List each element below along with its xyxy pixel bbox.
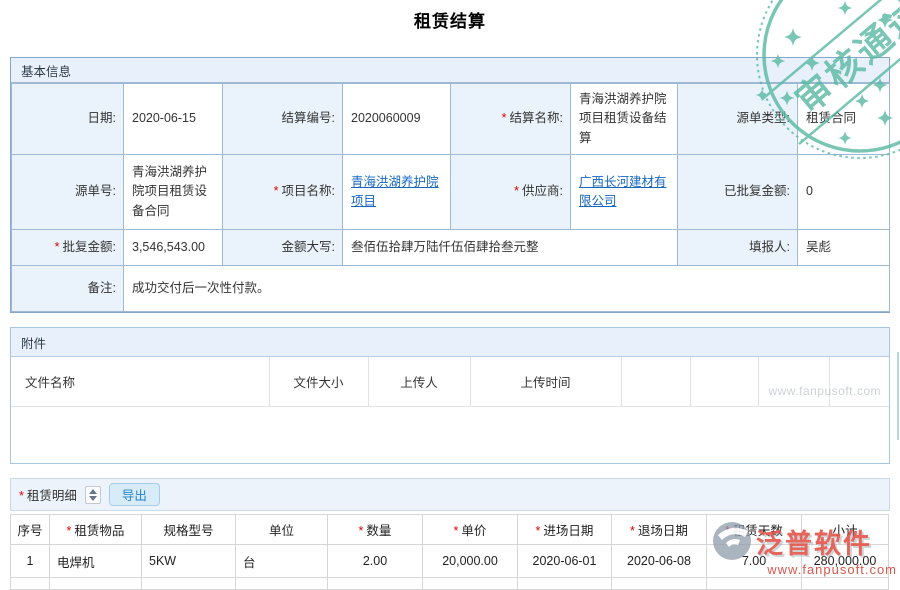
detail-col-exit-date: *退场日期 [612, 515, 707, 545]
field-value-source-no: 青海洪湖养护院项目租赁设备合同 [124, 155, 223, 230]
field-value-approval-amount: 3,546,543.00 [124, 230, 223, 266]
attach-col-filename: 文件名称 [11, 357, 269, 406]
field-value-remark: 成功交付后一次性付款。 [124, 266, 890, 312]
field-label-remark: *备注: [12, 266, 124, 312]
detail-col-spec: *规格型号 [142, 515, 236, 545]
cell-exit-date: 2020-06-08 [612, 545, 707, 578]
field-value-source-type: 租赁合同 [798, 84, 890, 155]
cell-seq: 1 [11, 545, 50, 578]
field-label-approved-amount: *已批复金额: [678, 155, 798, 230]
attachments-section-title: 附件 [11, 328, 889, 357]
basic-info-section-title: 基本信息 [11, 58, 889, 83]
supplier-link[interactable]: 广西长河建材有限公司 [579, 175, 667, 208]
field-label-source-no: *源单号: [12, 155, 124, 230]
detail-row-partial [11, 578, 889, 590]
detail-col-seq: *序号 [11, 515, 50, 545]
cell-days: 7.00 [707, 545, 802, 578]
cell-item: 电焊机 [50, 545, 142, 578]
cell-unit: 台 [236, 545, 328, 578]
detail-row: 1 电焊机 5KW 台 2.00 20,000.00 2020-06-01 20… [11, 545, 889, 578]
field-value-settle-name: 青海洪湖养护院项目租赁设备结算 [571, 84, 678, 155]
page-title: 租赁结算 [0, 0, 900, 32]
attach-col-empty-1 [621, 357, 690, 406]
cell-subtotal: 280,000.00 [802, 545, 889, 578]
field-label-date: *日期: [12, 84, 124, 155]
detail-table: *序号 *租赁物品 *规格型号 *单位 *数量 *单价 *进场日期 *退场日期 … [10, 514, 890, 590]
cell-entry-date: 2020-06-01 [518, 545, 612, 578]
attach-col-empty-4 [829, 357, 889, 406]
field-value-approved-amount: 0 [798, 155, 890, 230]
detail-col-price: *单价 [423, 515, 518, 545]
field-label-project-name: *项目名称: [223, 155, 343, 230]
field-label-settle-no: *结算编号: [223, 84, 343, 155]
stamp-edge-artifact [897, 352, 899, 440]
basic-info-table: *日期: 2020-06-15 *结算编号: 2020060009 *结算名称:… [11, 83, 890, 312]
cell-spec: 5KW [142, 545, 236, 578]
field-label-source-type: *源单类型: [678, 84, 798, 155]
cell-qty: 2.00 [328, 545, 423, 578]
attachments-empty-body [11, 406, 889, 463]
field-value-reporter: 吴彪 [798, 230, 890, 266]
detail-section-title: *租赁明细 [19, 485, 77, 504]
field-value-date: 2020-06-15 [124, 84, 223, 155]
detail-col-entry-date: *进场日期 [518, 515, 612, 545]
field-value-supplier: 广西长河建材有限公司 [571, 155, 678, 230]
field-label-amount-caps: *金额大写: [223, 230, 343, 266]
attachments-section: 附件 文件名称 文件大小 上传人 上传时间 www.fanpusoft.com [10, 327, 890, 464]
field-label-reporter: *填报人: [678, 230, 798, 266]
detail-col-unit: *单位 [236, 515, 328, 545]
detail-section-bar: *租赁明细 导出 [10, 478, 890, 511]
field-label-settle-name: *结算名称: [451, 84, 571, 155]
detail-col-subtotal: *小计 [802, 515, 889, 545]
export-button[interactable]: 导出 [109, 483, 160, 506]
attach-col-filesize: 文件大小 [269, 357, 368, 406]
basic-info-section: 基本信息 *日期: 2020-06-15 *结算编号: 2020060009 *… [10, 57, 890, 313]
attach-col-empty-3 [758, 357, 829, 406]
attach-col-empty-2 [690, 357, 758, 406]
field-value-project-name: 青海洪湖养护院项目 [343, 155, 451, 230]
field-label-approval-amount: *批复金额: [12, 230, 124, 266]
attach-col-uploader: 上传人 [368, 357, 470, 406]
attach-col-uploadtime: 上传时间 [470, 357, 621, 406]
project-link[interactable]: 青海洪湖养护院项目 [351, 175, 439, 208]
sort-spinner-icon[interactable] [85, 486, 101, 504]
field-value-settle-no: 2020060009 [343, 84, 451, 155]
detail-col-days: *租赁天数 [707, 515, 802, 545]
detail-col-item: *租赁物品 [50, 515, 142, 545]
field-value-amount-caps: 叁佰伍拾肆万陆仟伍佰肆拾叁元整 [343, 230, 678, 266]
cell-price: 20,000.00 [423, 545, 518, 578]
detail-col-qty: *数量 [328, 515, 423, 545]
attachments-table: 文件名称 文件大小 上传人 上传时间 [11, 357, 889, 463]
field-label-supplier: *供应商: [451, 155, 571, 230]
